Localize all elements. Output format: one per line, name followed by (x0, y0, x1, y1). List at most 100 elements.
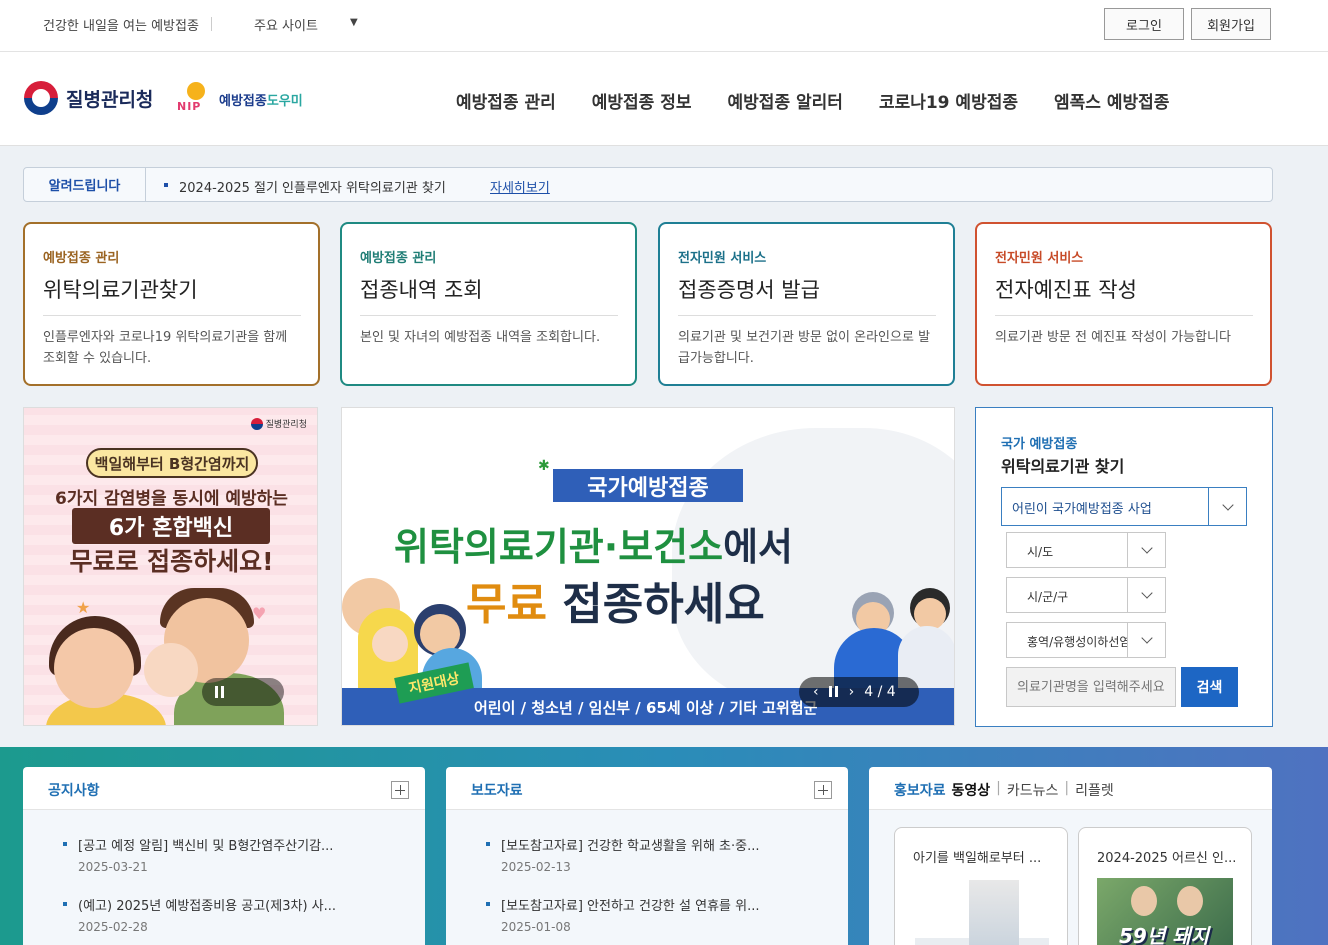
chevron-down-icon[interactable] (1127, 623, 1165, 657)
list-item[interactable]: [보도참고자료] 안전하고 건강한 설 연휴를 위... 2025-01-08 (486, 895, 759, 934)
chevron-down-icon[interactable] (1127, 578, 1165, 612)
video-card[interactable]: 2024-2025 어르신 인... 59년 돼지띠! (1078, 827, 1252, 945)
plus-icon[interactable] (814, 781, 832, 799)
nav-item-mpox[interactable]: 엠폭스 예방접종 (1054, 88, 1169, 113)
banner-targets: 어린이 / 청소년 / 임신부 / 65세 이상 / 기타 고위험군 (474, 699, 818, 717)
bullet (164, 183, 168, 187)
notice-tag: 알려드립니다 (24, 168, 146, 201)
nip-name: 예방접종도우미 (219, 93, 303, 109)
nip-sun-icon: NIP (177, 82, 215, 116)
baby-illustration (372, 626, 408, 662)
list-item[interactable]: (예고) 2025년 예방접종비용 공고(제3차) 사... 2025-02-2… (63, 895, 336, 934)
program-select[interactable]: 어린이 국가예방접종 사업 (1001, 487, 1247, 526)
tab-video[interactable]: 동영상 (952, 780, 991, 800)
banner-controls: ‹ › 4 / 4 (799, 677, 919, 707)
kdca-name: 질병관리청 (66, 88, 154, 111)
promo-tabs: 홍보자료 동영상 | 카드뉴스 | 리플렛 (894, 780, 1114, 800)
taeguk-emblem-icon (250, 417, 263, 430)
disease-select[interactable]: 홍역/유행성이하선염 (1006, 622, 1166, 658)
card-desc: 의료기관 및 보건기관 방문 없이 온라인으로 발급가능합니다. (678, 330, 931, 366)
sido-select[interactable]: 시/도 (1006, 532, 1166, 568)
search-title: 위탁의료기관 찾기 (1001, 457, 1125, 476)
notice-text[interactable]: 2024-2025 절기 인플루엔자 위탁의료기관 찾기 (179, 177, 446, 196)
star-icon: ✱ (538, 458, 550, 474)
main-header: 질병관리청 NIP 예방접종도우미 예방접종 관리 예방접종 정보 예방접종 알… (0, 52, 1328, 146)
video-card[interactable]: 아기를 백일해로부터 ... (894, 827, 1068, 945)
card-category: 전자민원 서비스 (995, 251, 1084, 266)
card-vaccination-history[interactable]: 예방접종 관리 접종내역 조회 본인 및 자녀의 예방접종 내역을 조회합니다. (340, 222, 637, 386)
tab-leaflet[interactable]: 리플렛 (1075, 780, 1114, 800)
card-find-clinic[interactable]: 예방접종 관리 위탁의료기관찾기 인플루엔자와 코로나19 위탁의료기관을 함께… (23, 222, 320, 386)
card-desc: 의료기관 방문 전 예진표 작성이 가능합니다 (995, 330, 1231, 345)
card-category: 예방접종 관리 (360, 251, 437, 266)
video-caption: 아기를 백일해로부터 ... (913, 851, 1042, 866)
tab-card-news[interactable]: 카드뉴스 (1007, 780, 1059, 800)
video-caption: 2024-2025 어르신 인... (1097, 851, 1237, 866)
divider (211, 17, 212, 31)
notices-panel: 공지사항 [공고 예정 알림] 백신비 및 B형간염주산기감... 2025-0… (23, 767, 425, 945)
baby-face (144, 643, 198, 697)
login-button[interactable]: 로그인 (1104, 8, 1184, 40)
card-desc: 인플루엔자와 코로나19 위탁의료기관을 함께 조회할 수 있습니다. (43, 330, 288, 366)
promo-panel: 홍보자료 동영상 | 카드뉴스 | 리플렛 아기를 백일해로부터 ... 202… (869, 767, 1272, 945)
sigungu-select[interactable]: 시/군/구 (1006, 577, 1166, 613)
banner-tag: 국가예방접종 (553, 469, 743, 502)
banner-pause-button[interactable] (202, 678, 284, 706)
mother-face (54, 628, 134, 708)
nip-logo[interactable]: NIP 예방접종도우미 (177, 82, 303, 116)
major-sites-dropdown[interactable]: 주요 사이트 (254, 15, 318, 34)
notice-more-link[interactable]: 자세히보기 (490, 177, 550, 196)
nav-item-alert[interactable]: 예방접종 알리터 (728, 88, 843, 113)
card-title: 위탁의료기관찾기 (43, 278, 198, 302)
prev-icon[interactable]: ‹ (813, 684, 819, 700)
utility-bar: 건강한 내일을 여는 예방접종 주요 사이트 ▼ 로그인 회원가입 (0, 0, 1328, 52)
pause-icon[interactable] (828, 686, 839, 698)
kdca-logo[interactable]: 질병관리청 (24, 81, 153, 115)
panel-title[interactable]: 보도자료 (471, 780, 523, 800)
video-thumbnail: 59년 돼지띠! (1097, 878, 1233, 945)
banner-pill: 백일해부터 B형간염까지 (86, 448, 258, 478)
list-item[interactable]: [공고 예정 알림] 백신비 및 B형간염주산기감... 2025-03-21 (63, 835, 333, 874)
card-e-questionnaire[interactable]: 전자민원 서비스 전자예진표 작성 의료기관 방문 전 예진표 작성이 가능합니… (975, 222, 1272, 386)
card-title: 전자예진표 작성 (995, 278, 1137, 302)
banner-line3: 무료로 접종하세요! (69, 547, 274, 576)
press-panel: 보도자료 [보도참고자료] 건강한 학교생활을 위해 초·중... 2025-0… (446, 767, 848, 945)
signup-button[interactable]: 회원가입 (1191, 8, 1271, 40)
video-thumbnail (969, 880, 1019, 945)
next-icon[interactable]: › (849, 684, 855, 700)
heart-icon: ♥ (252, 604, 267, 623)
card-title: 접종증명서 발급 (678, 278, 820, 302)
banner-headline1: 위탁의료기관·보건소에서 (394, 525, 793, 569)
taeguk-emblem-icon (24, 81, 58, 115)
global-nav: 예방접종 관리 예방접종 정보 예방접종 알리터 코로나19 예방접종 엠폭스 … (456, 88, 1169, 113)
card-category: 예방접종 관리 (43, 251, 120, 266)
card-title: 접종내역 조회 (360, 278, 483, 302)
plus-icon[interactable] (391, 781, 409, 799)
chevron-down-icon[interactable] (1127, 533, 1165, 567)
caret-down-icon[interactable]: ▼ (350, 17, 358, 28)
panel-title: 홍보자료 (894, 783, 946, 799)
panel-title[interactable]: 공지사항 (48, 780, 100, 800)
banner-line1: 6가지 감염병을 동시에 예방하는 (55, 489, 288, 509)
nav-item-covid19[interactable]: 코로나19 예방접종 (879, 88, 1018, 113)
nav-item-management[interactable]: 예방접종 관리 (456, 88, 556, 113)
slide-counter: 4 / 4 (864, 684, 896, 700)
banner-line2: 6가 혼합백신 (72, 508, 270, 544)
clinic-search-panel: 국가 예방접종 위탁의료기관 찾기 어린이 국가예방접종 사업 시/도 시/군/… (975, 407, 1273, 727)
star-icon: ★ (76, 598, 91, 617)
banner-headline2: 무료 접종하세요 (466, 579, 765, 630)
list-item[interactable]: [보도참고자료] 건강한 학교생활을 위해 초·중... 2025-02-13 (486, 835, 759, 874)
thumbnail-text: 59년 돼지띠! (1119, 924, 1209, 945)
site-slogan: 건강한 내일을 여는 예방접종 (43, 19, 199, 34)
national-vaccination-banner[interactable]: ✱ 국가예방접종 위탁의료기관·보건소에서 무료 접종하세요 어린이 / 청소년… (341, 407, 955, 726)
pause-icon (214, 686, 226, 698)
search-button[interactable]: 검색 (1181, 667, 1238, 707)
card-desc: 본인 및 자녀의 예방접종 내역을 조회합니다. (360, 330, 601, 345)
card-certificate[interactable]: 전자민원 서비스 접종증명서 발급 의료기관 및 보건기관 방문 없이 온라인으… (658, 222, 955, 386)
chevron-down-icon[interactable] (1208, 488, 1246, 525)
hexavalent-vaccine-banner[interactable]: 질병관리청 백일해부터 B형간염까지 6가지 감염병을 동시에 예방하는 6가 … (23, 407, 318, 726)
notice-bar: 알려드립니다 2024-2025 절기 인플루엔자 위탁의료기관 찾기 자세히보… (23, 167, 1273, 202)
card-category: 전자민원 서비스 (678, 251, 767, 266)
clinic-name-input[interactable] (1006, 667, 1176, 707)
nav-item-info[interactable]: 예방접종 정보 (592, 88, 692, 113)
